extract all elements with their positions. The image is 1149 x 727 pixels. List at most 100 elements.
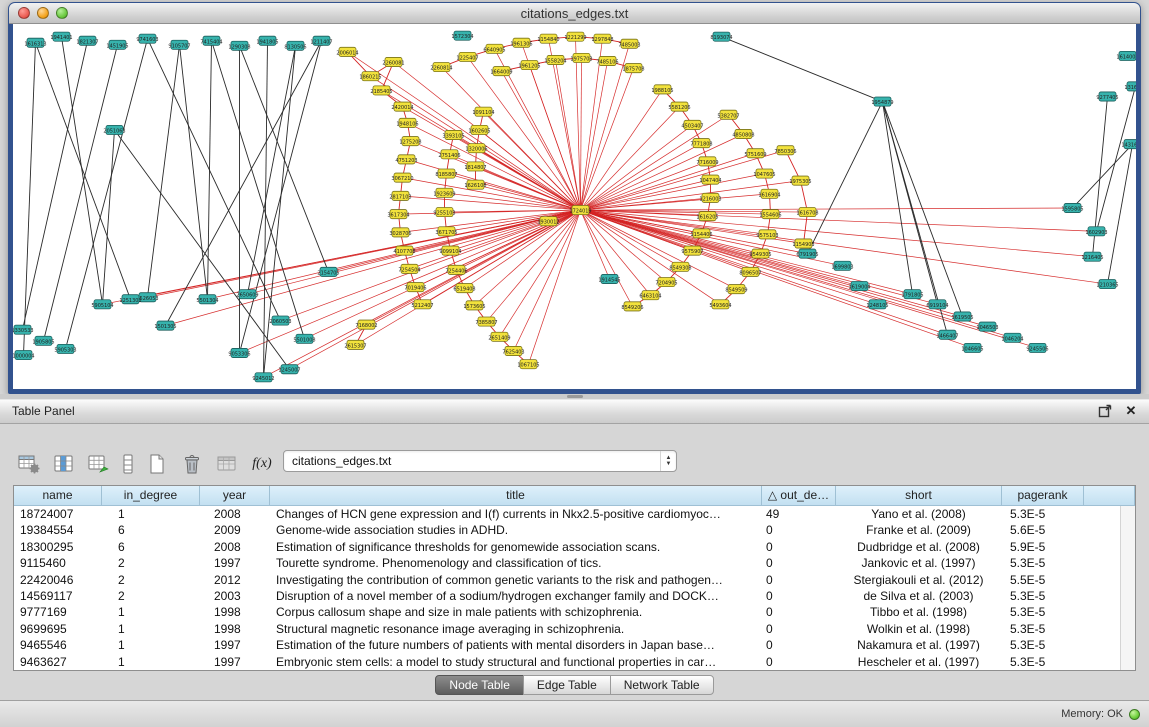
- network-node[interactable]: 1616708: [796, 208, 818, 217]
- network-view[interactable]: 1724019200601418602152260081218540524200…: [13, 24, 1136, 389]
- network-node[interactable]: 5382707: [717, 110, 739, 119]
- network-node[interactable]: 1860215: [359, 72, 381, 81]
- network-node[interactable]: 1067105: [517, 360, 539, 369]
- network-node[interactable]: 1954879: [871, 97, 893, 106]
- network-node[interactable]: 1000004: [13, 350, 35, 359]
- network-node[interactable]: 1451905: [106, 40, 128, 49]
- network-node[interactable]: 2006014: [336, 47, 358, 56]
- network-node[interactable]: 9277405: [1096, 92, 1118, 101]
- network-node[interactable]: 1154903: [792, 239, 814, 248]
- network-node[interactable]: 7019406: [404, 283, 426, 292]
- network-node[interactable]: 8549509: [725, 285, 747, 294]
- network-node[interactable]: 5581206: [668, 102, 690, 111]
- network-node[interactable]: 2650609: [236, 290, 258, 299]
- network-node[interactable]: 7485003: [618, 39, 640, 48]
- network-node[interactable]: 1930012: [537, 217, 559, 226]
- network-node[interactable]: 7850306: [774, 146, 796, 155]
- network-hub-node[interactable]: 1724019: [569, 205, 591, 214]
- tab-node-table[interactable]: Node Table: [435, 675, 524, 695]
- network-node[interactable]: 7485106: [596, 56, 618, 65]
- network-node[interactable]: 9255103: [433, 208, 455, 217]
- table-source-dropdown[interactable]: citations_edges.txt ▲▼: [283, 450, 677, 472]
- network-node[interactable]: 1923609: [433, 188, 455, 197]
- network-node[interactable]: 1221299: [564, 32, 586, 41]
- network-node[interactable]: 1091104: [472, 107, 494, 116]
- network-node[interactable]: 2185405: [370, 86, 392, 95]
- network-node[interactable]: 8549308: [669, 262, 691, 271]
- table-row[interactable]: 1938455462009Genome-wide association stu…: [14, 522, 1120, 538]
- network-node[interactable]: 2615307: [344, 340, 366, 349]
- network-node[interactable]: 1248105: [866, 300, 888, 309]
- network-node[interactable]: 7254406: [445, 265, 467, 274]
- network-node[interactable]: 1821307: [76, 36, 98, 45]
- network-node[interactable]: 1047404: [699, 175, 721, 184]
- network-node[interactable]: 6519408: [453, 284, 475, 293]
- network-node[interactable]: 1573605: [463, 301, 485, 310]
- network-node[interactable]: 1316004: [1124, 82, 1136, 91]
- network-node[interactable]: 1602605: [468, 125, 490, 134]
- network-node[interactable]: 6919104: [926, 300, 948, 309]
- network-node[interactable]: 5212407: [411, 300, 433, 309]
- network-node[interactable]: 1602903: [1085, 227, 1107, 236]
- table-row[interactable]: 946554611997Estimation of the future num…: [14, 637, 1120, 653]
- network-node[interactable]: 1275208: [399, 137, 421, 146]
- network-node[interactable]: 9105707: [168, 40, 190, 49]
- network-node[interactable]: 1225407: [456, 52, 478, 61]
- network-node[interactable]: 9053306: [228, 348, 250, 357]
- table-row[interactable]: 1456911722003Disruption of a novel membe…: [14, 588, 1120, 604]
- network-node[interactable]: 9245506: [1026, 343, 1048, 352]
- network-node[interactable]: 7415404: [200, 36, 222, 45]
- network-node[interactable]: 7625403: [502, 346, 524, 355]
- delete-table-icon[interactable]: [179, 451, 205, 477]
- network-node[interactable]: 1320006: [465, 144, 487, 153]
- network-canvas[interactable]: 1724019200601418602152260081218540524200…: [13, 24, 1136, 389]
- network-node[interactable]: 1211407: [310, 36, 332, 45]
- network-node[interactable]: 1431607: [1121, 140, 1136, 149]
- network-node[interactable]: 1154406: [690, 229, 712, 238]
- network-node[interactable]: 1961205: [518, 61, 540, 70]
- network-node[interactable]: 7254504: [398, 264, 420, 273]
- network-node[interactable]: 9575907: [681, 246, 703, 255]
- table-row[interactable]: 977716911998Corpus callosum shape and si…: [14, 604, 1120, 620]
- network-node[interactable]: 1975305: [789, 176, 811, 185]
- network-node[interactable]: 8549206: [621, 302, 643, 311]
- network-node[interactable]: 1595805: [1061, 203, 1083, 212]
- edit-table-icon[interactable]: [86, 451, 112, 477]
- network-node[interactable]: 4751203: [395, 155, 417, 164]
- network-node[interactable]: 5751609: [744, 149, 766, 158]
- network-node[interactable]: 6791905: [796, 249, 818, 258]
- network-node[interactable]: 3067210: [391, 173, 413, 182]
- network-node[interactable]: 2260814: [430, 63, 452, 72]
- network-node[interactable]: 5501008: [293, 334, 315, 343]
- table-row[interactable]: 2242004622012Investigating the contribut…: [14, 572, 1120, 588]
- network-node[interactable]: 5493604: [709, 300, 731, 309]
- network-node[interactable]: 2154705: [317, 267, 339, 276]
- network-node[interactable]: 3393105: [442, 130, 464, 139]
- network-node[interactable]: 6640905: [483, 44, 505, 53]
- network-node[interactable]: 1216003: [699, 193, 721, 202]
- network-node[interactable]: 1251303: [119, 295, 141, 304]
- network-node[interactable]: 8130506: [284, 41, 306, 50]
- zoom-window-button[interactable]: [56, 7, 68, 19]
- network-node[interactable]: 1290308: [228, 41, 250, 50]
- table-row[interactable]: 1872400712008Changes of HCN gene express…: [14, 506, 1120, 522]
- network-node[interactable]: 1664009: [490, 67, 512, 76]
- column-header-pagerank[interactable]: pagerank: [1002, 486, 1084, 505]
- tab-network-table[interactable]: Network Table: [610, 675, 714, 695]
- import-table-icon[interactable]: [214, 451, 240, 477]
- network-node[interactable]: 9099104: [439, 246, 461, 255]
- select-columns-icon[interactable]: [51, 451, 77, 477]
- network-node[interactable]: 1466407: [936, 330, 958, 339]
- network-node[interactable]: 1988105: [651, 85, 673, 94]
- network-node[interactable]: 9575103: [756, 230, 778, 239]
- network-node[interactable]: 2651409: [488, 332, 510, 341]
- network-node[interactable]: 7385807: [475, 317, 497, 326]
- close-window-button[interactable]: [18, 7, 30, 19]
- minimize-window-button[interactable]: [37, 7, 49, 19]
- network-node[interactable]: 1558204: [544, 55, 566, 64]
- column-header-title[interactable]: title: [270, 486, 762, 505]
- network-node[interactable]: 5501304: [196, 295, 218, 304]
- column-header-year[interactable]: year: [200, 486, 270, 505]
- network-node[interactable]: 9549305: [749, 249, 771, 258]
- network-node[interactable]: 1297848: [591, 34, 613, 43]
